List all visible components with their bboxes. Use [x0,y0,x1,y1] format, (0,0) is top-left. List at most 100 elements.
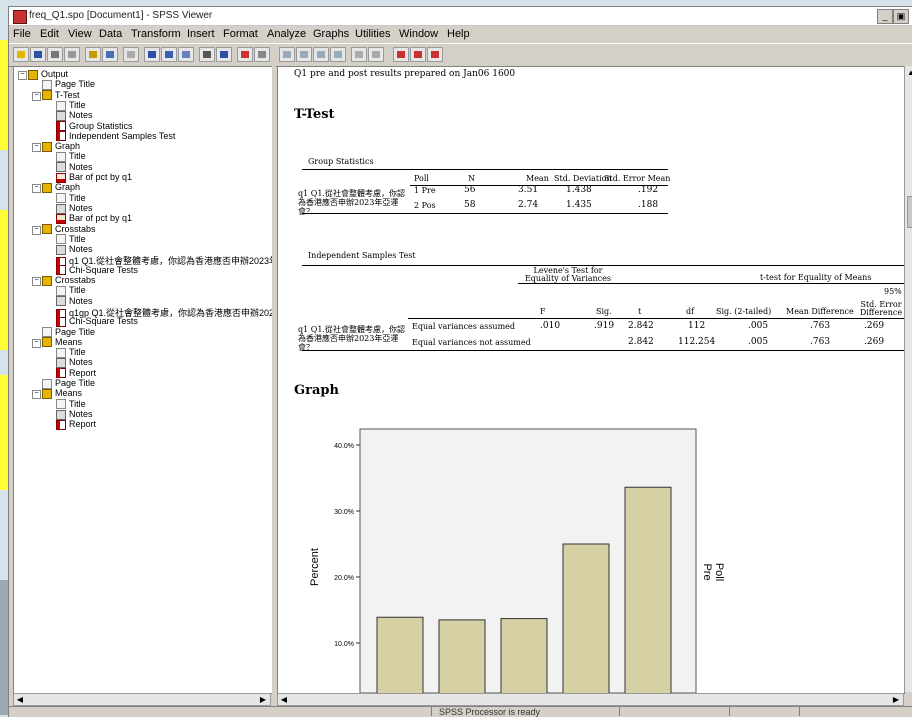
menu-view[interactable]: View [68,28,92,40]
find-icon[interactable] [199,47,215,62]
outline-horizontal-scrollbar[interactable]: ◀ ▶ [13,693,271,706]
outline-node[interactable]: Title [56,234,86,245]
variables-icon[interactable] [178,47,194,62]
menu-insert[interactable]: Insert [187,28,215,40]
restore-button[interactable]: ▣ [893,9,909,24]
promote-icon[interactable] [279,47,295,62]
outline-node[interactable]: Bar of pct by q1 [56,172,132,183]
book-icon [42,141,52,152]
outline-node[interactable]: Title [56,347,86,358]
outline-node[interactable]: Crosstabs [42,275,96,286]
print-preview-icon[interactable] [64,47,80,62]
outline-node[interactable]: Notes [56,110,93,121]
outline-node[interactable]: Notes [56,296,93,307]
outline-node[interactable]: Page Title [42,378,95,389]
outline-node[interactable]: Notes [56,244,93,255]
insert-text-icon[interactable] [427,47,443,62]
outline-node-label: Crosstabs [55,275,96,285]
menu-data[interactable]: Data [99,28,122,40]
content-horizontal-scrollbar[interactable]: ◀ ▶ [277,693,904,706]
outline-node[interactable]: Bar of pct by q1 [56,213,132,224]
expand-icon[interactable] [313,47,329,62]
scroll-up-icon[interactable]: ▲ [906,68,912,77]
goto-case-icon[interactable] [161,47,177,62]
outline-node[interactable]: Notes [56,203,93,214]
outline-node[interactable]: Title [56,285,86,296]
outline-node-label: Title [69,151,86,162]
outline-node[interactable]: Chi-Square Tests [56,316,138,327]
insert-title-icon[interactable] [410,47,426,62]
print-icon[interactable] [47,47,63,62]
menu-graphs[interactable]: Graphs [313,28,349,40]
collapse-toggle-icon[interactable]: − [32,143,41,153]
collapse-toggle-icon[interactable]: − [32,184,41,194]
outline-node[interactable]: Notes [56,409,93,420]
outline-node[interactable]: Title [56,151,86,163]
menu-analyze[interactable]: Analyze [267,28,306,40]
select-last-output-icon[interactable] [254,47,270,62]
outline-node[interactable]: Means [42,337,82,348]
outline-node[interactable]: T-Test [42,90,80,101]
scroll-right-icon[interactable]: ▶ [258,695,268,704]
menu-format[interactable]: Format [223,28,258,40]
menu-file[interactable]: File [13,28,31,40]
goto-data-icon[interactable] [144,47,160,62]
outline-node[interactable]: Independent Samples Test [56,131,175,142]
collapse-toggle-icon[interactable]: − [32,338,41,348]
show-icon[interactable] [351,47,367,62]
chart-builder-icon[interactable] [216,47,232,62]
open-folder-icon[interactable] [13,47,29,62]
outline-node[interactable]: Title [56,399,86,410]
scroll-left-icon[interactable]: ◀ [15,695,25,704]
page-icon [56,100,66,111]
scroll-right-icon[interactable]: ▶ [891,695,901,704]
outline-node[interactable]: Crosstabs [42,224,96,235]
insert-heading-icon[interactable] [393,47,409,62]
vertical-scrollbar[interactable]: ▲ [904,66,912,692]
outline-node[interactable]: Report [56,368,96,379]
collapse-toggle-icon[interactable]: − [32,91,41,101]
menu-window[interactable]: Window [399,28,438,40]
outline-node[interactable]: Title [56,193,86,204]
outline-node[interactable]: Graph [42,182,80,193]
outline-node[interactable]: Chi-Square Tests [56,265,138,276]
outline-node-label: Means [55,388,83,399]
outline-node[interactable]: Page Title [42,327,95,338]
menu-edit[interactable]: Edit [40,28,59,40]
collapse-icon[interactable] [330,47,346,62]
outline-node[interactable]: Title [56,100,86,111]
outline-node[interactable]: Group Statistics [56,121,133,132]
content-pane[interactable]: Q1 pre and post results prepared on Jan0… [277,66,905,694]
outline-pane[interactable]: Output − Page Title T-Test − Title Notes Group … [13,66,273,694]
pane-splitter[interactable] [272,66,276,706]
vertical-scroll-thumb[interactable] [907,196,912,228]
outline-node-label: Notes [69,202,93,213]
outline-node[interactable]: Output [28,69,68,80]
collapse-toggle-icon[interactable]: − [32,225,41,235]
book-icon [42,337,52,348]
menu-utilities[interactable]: Utilities [355,28,390,40]
table-icon [56,419,66,430]
collapse-toggle-icon[interactable]: − [32,277,41,286]
collapse-toggle-icon[interactable]: − [32,390,41,400]
outline-node[interactable]: Means [42,388,82,399]
export-icon[interactable] [85,47,101,62]
collapse-toggle-icon[interactable]: − [18,71,27,80]
outline-node[interactable]: Notes [56,357,93,369]
outline-node[interactable]: Page Title [42,79,95,90]
scroll-left-icon[interactable]: ◀ [279,695,289,704]
designate-window-icon[interactable] [237,47,253,62]
undo-icon[interactable] [123,47,139,62]
menu-help[interactable]: Help [447,28,470,40]
status-text: SPSS Processor is ready [439,707,541,717]
hide-icon[interactable] [368,47,384,62]
demote-icon[interactable] [296,47,312,62]
menu-transform[interactable]: Transform [131,28,181,40]
outline-node[interactable]: Report [56,419,96,430]
minimize-button[interactable]: _ [877,9,893,24]
save-icon[interactable] [30,47,46,62]
outline-node[interactable]: Graph [42,141,80,152]
recall-dialog-icon[interactable] [102,47,118,62]
outline-node-label: Bar of pct by q1 [69,172,133,182]
outline-node[interactable]: Notes [56,162,93,173]
